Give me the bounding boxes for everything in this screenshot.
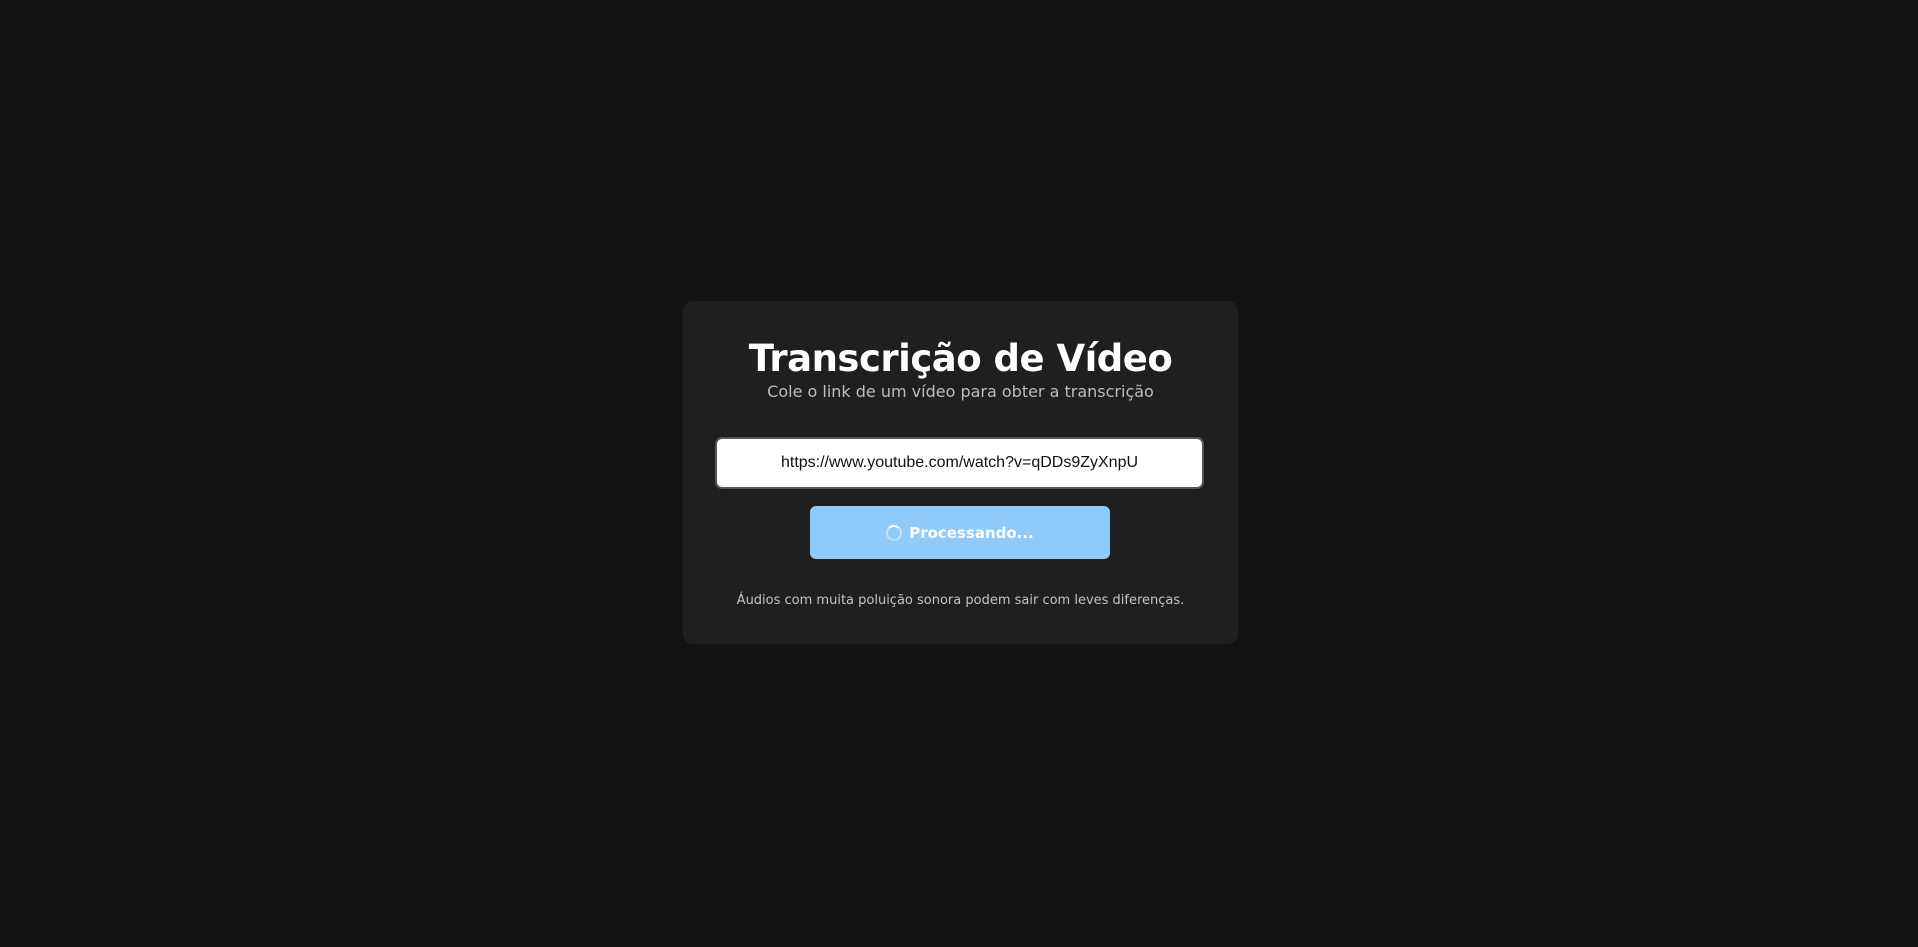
spinner-icon — [886, 524, 903, 541]
page-subtitle: Cole o link de um vídeo para obter a tra… — [767, 382, 1154, 401]
transcription-card: Transcrição de Vídeo Cole o link de um v… — [683, 301, 1238, 644]
process-button-label: Processando... — [909, 523, 1034, 542]
page-title: Transcrição de Vídeo — [748, 337, 1173, 380]
video-url-input[interactable] — [715, 437, 1204, 489]
audio-quality-note: Áudios com muita poluição sonora podem s… — [736, 593, 1185, 608]
process-button[interactable]: Processando... — [810, 506, 1110, 559]
